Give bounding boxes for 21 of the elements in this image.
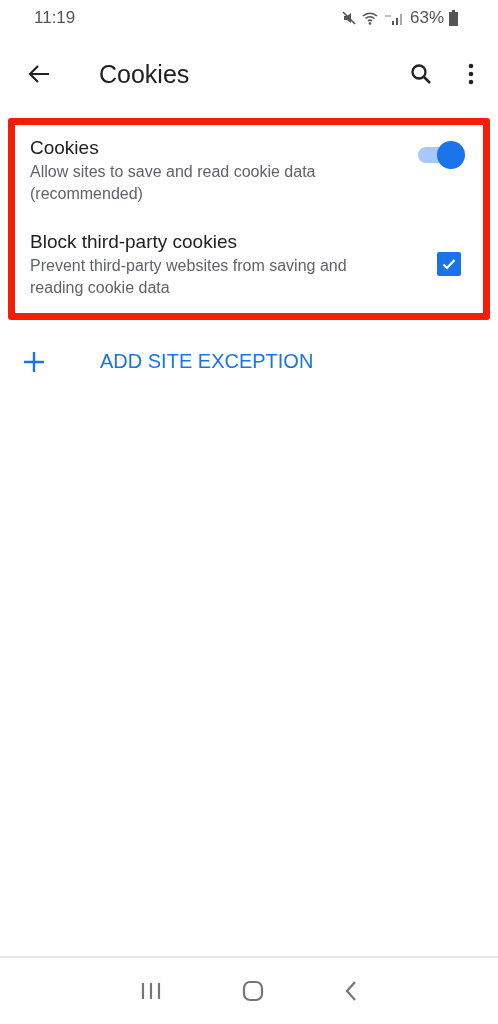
- wifi-icon: [361, 10, 378, 26]
- plus-icon[interactable]: [23, 350, 45, 373]
- recent-apps-icon[interactable]: [140, 981, 162, 1001]
- setting-summary: Allow sites to save and read cookie data (recommended): [30, 162, 317, 204]
- checkbox[interactable]: [437, 252, 461, 276]
- add-site-exception-link[interactable]: ADD SITE EXCEPTION: [100, 350, 314, 373]
- setting-title: Cookies: [30, 136, 100, 160]
- setting-summary: Prevent third-party websites from saving and reading cookie data: [30, 256, 348, 298]
- back-icon[interactable]: [28, 65, 50, 83]
- setting-title: Block third-party cookies: [30, 230, 238, 254]
- page-title: Cookies: [99, 59, 191, 89]
- search-icon[interactable]: [410, 63, 432, 85]
- signal-icon: [382, 11, 405, 25]
- more-icon[interactable]: [468, 63, 474, 85]
- status-time: 11:19: [34, 8, 76, 28]
- mute-icon: [340, 10, 357, 26]
- home-icon[interactable]: [242, 980, 264, 1002]
- battery-percent: 63%: [409, 8, 444, 28]
- back-nav-icon[interactable]: [344, 980, 358, 1002]
- battery-icon: [449, 10, 458, 26]
- checkmark-icon: [441, 256, 457, 272]
